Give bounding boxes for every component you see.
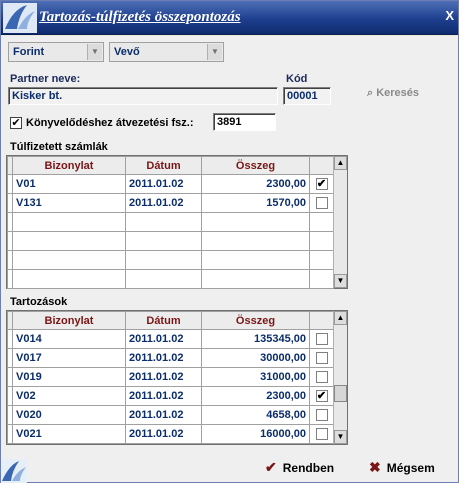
column-header-amount[interactable]: Összeg: [201, 156, 310, 175]
window-title: Tartozás-túlfizetés összepontozás: [39, 9, 241, 25]
column-header-check: [309, 311, 334, 330]
cell-date[interactable]: 2011.01.02: [125, 329, 202, 349]
ok-button-label: Rendben: [282, 461, 335, 475]
cell-document[interactable]: V017: [12, 348, 126, 368]
table-row[interactable]: V020 2011.01.02 4658,00: [7, 405, 334, 425]
dialog-body: Forint ▼ Vevő ▼ Partner neve: Kód Kisker…: [1, 36, 458, 482]
row-checkbox[interactable]: [309, 367, 334, 387]
empty-row: [7, 212, 334, 232]
cell-document[interactable]: V01: [12, 174, 126, 194]
column-header-document[interactable]: Bizonylat: [12, 156, 126, 175]
partner-code-field[interactable]: 00001: [283, 87, 331, 105]
x-icon: ✖: [369, 459, 381, 475]
title-bar[interactable]: Tartozás-túlfizetés összepontozás X: [1, 1, 458, 35]
cancel-button-label: Mégsem: [386, 461, 435, 475]
column-header-amount[interactable]: Összeg: [201, 311, 310, 330]
search-icon: ⌕: [367, 87, 377, 99]
cell-amount[interactable]: 135345,00: [201, 329, 310, 349]
debts-section-title: Tartozások: [10, 296, 68, 308]
debts-table: Bizonylat Dátum Összeg V014 2011.01.02 1…: [7, 311, 334, 444]
row-checkbox[interactable]: [309, 424, 334, 444]
overpaid-table: Bizonylat Dátum Összeg V01 2011.01.02 23…: [7, 156, 334, 289]
cell-amount[interactable]: 4658,00: [201, 405, 310, 425]
scroll-up-arrow-icon[interactable]: ▲: [334, 311, 347, 325]
chevron-down-icon[interactable]: ▼: [87, 44, 102, 60]
column-header-document[interactable]: Bizonylat: [12, 311, 126, 330]
scrollbar-thumb[interactable]: [334, 385, 347, 402]
ok-button[interactable]: ✔ Rendben: [265, 459, 334, 476]
cell-document[interactable]: V014: [12, 329, 126, 349]
table-row[interactable]: V01 2011.01.02 2300,00 ✔: [7, 174, 334, 194]
partner-type-select-value: Vevő: [114, 46, 140, 58]
scroll-up-arrow-icon[interactable]: ▲: [334, 156, 347, 170]
search-button-label: Keresés: [376, 87, 420, 99]
table-row[interactable]: V014 2011.01.02 135345,00: [7, 329, 334, 349]
row-checkbox[interactable]: ✔: [309, 386, 334, 406]
row-checkbox[interactable]: [309, 193, 334, 213]
cell-date[interactable]: 2011.01.02: [125, 424, 202, 444]
corner-logo-icon: [1, 459, 27, 483]
scroll-down-arrow-icon[interactable]: ▼: [334, 274, 347, 288]
chevron-down-icon[interactable]: ▼: [207, 44, 222, 60]
cell-amount[interactable]: 2300,00: [201, 386, 310, 406]
currency-select[interactable]: Forint ▼: [8, 42, 104, 62]
debts-scrollbar[interactable]: ▲ ▼: [333, 311, 347, 444]
cell-date[interactable]: 2011.01.02: [125, 367, 202, 387]
cell-document[interactable]: V021: [12, 424, 126, 444]
currency-select-value: Forint: [13, 46, 45, 58]
cell-document[interactable]: V020: [12, 405, 126, 425]
checkmark-icon: ✔: [315, 390, 328, 402]
table-row[interactable]: V019 2011.01.02 31000,00: [7, 367, 334, 387]
partner-code-label: Kód: [286, 73, 308, 85]
cell-date[interactable]: 2011.01.02: [125, 193, 202, 213]
table-row-selected[interactable]: V02 2011.01.02 2300,00 ✔: [7, 386, 334, 406]
empty-row: [7, 250, 334, 270]
ledger-label: Könyvelődéshez átvezetési fsz.:: [26, 117, 194, 129]
empty-row: [7, 269, 334, 289]
ledger-checkbox[interactable]: ✔: [10, 117, 22, 129]
row-checkbox[interactable]: [309, 405, 334, 425]
checkmark-icon: ✔: [11, 117, 21, 129]
app-logo-icon: [3, 3, 37, 33]
checkmark-icon: ✔: [315, 178, 328, 190]
row-checkbox[interactable]: ✔: [309, 174, 334, 194]
cell-date[interactable]: 2011.01.02: [125, 348, 202, 368]
search-button[interactable]: ⌕ Keresés: [367, 87, 419, 100]
overpaid-section-title: Túlfizetett számlák: [10, 141, 108, 153]
partner-name-label: Partner neve:: [10, 73, 81, 85]
column-header-date[interactable]: Dátum: [125, 311, 202, 330]
scroll-down-arrow-icon[interactable]: ▼: [334, 430, 347, 444]
cell-document[interactable]: V131: [12, 193, 126, 213]
row-checkbox[interactable]: [309, 348, 334, 368]
table-row[interactable]: V017 2011.01.02 30000,00: [7, 348, 334, 368]
cell-amount[interactable]: 1570,00: [201, 193, 310, 213]
column-header-check: [309, 156, 334, 175]
cell-amount[interactable]: 31000,00: [201, 367, 310, 387]
cell-date[interactable]: 2011.01.02: [125, 386, 202, 406]
cell-amount[interactable]: 2300,00: [201, 174, 310, 194]
dialog-window: Tartozás-túlfizetés összepontozás X Fori…: [0, 0, 459, 483]
column-header-date[interactable]: Dátum: [125, 156, 202, 175]
overpaid-scrollbar[interactable]: ▲ ▼: [333, 156, 347, 288]
debts-grid: Bizonylat Dátum Összeg V014 2011.01.02 1…: [6, 310, 348, 445]
table-row[interactable]: V021 2011.01.02 16000,00: [7, 424, 334, 444]
cell-amount[interactable]: 30000,00: [201, 348, 310, 368]
cell-date[interactable]: 2011.01.02: [125, 405, 202, 425]
cell-date[interactable]: 2011.01.02: [125, 174, 202, 194]
cell-amount[interactable]: 16000,00: [201, 424, 310, 444]
ledger-number-field[interactable]: 3891: [213, 113, 276, 131]
row-checkbox[interactable]: [309, 329, 334, 349]
cancel-button[interactable]: ✖ Mégsem: [369, 459, 435, 476]
close-button[interactable]: X: [445, 8, 454, 23]
cell-document[interactable]: V02: [12, 386, 126, 406]
partner-name-field[interactable]: Kisker bt.: [8, 87, 278, 105]
partner-type-select[interactable]: Vevő ▼: [109, 42, 224, 62]
empty-row: [7, 231, 334, 251]
table-row[interactable]: V131 2011.01.02 1570,00: [7, 193, 334, 213]
cell-document[interactable]: V019: [12, 367, 126, 387]
overpaid-grid: Bizonylat Dátum Összeg V01 2011.01.02 23…: [6, 155, 348, 289]
checkmark-icon: ✔: [265, 459, 277, 475]
